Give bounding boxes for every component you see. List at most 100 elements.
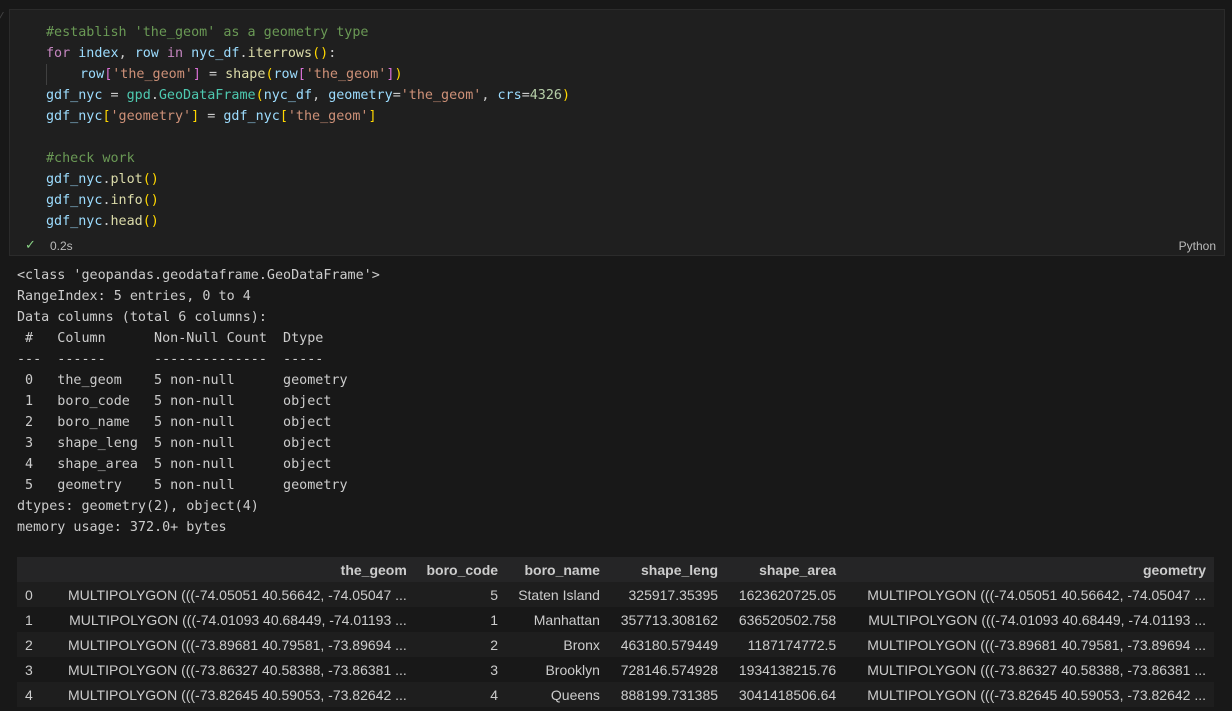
output-line: 3 shape_leng 5 non-null object bbox=[17, 436, 348, 451]
code-token: crs bbox=[497, 88, 522, 103]
language-selector[interactable]: Python bbox=[1179, 239, 1216, 253]
code-token: = bbox=[199, 109, 224, 124]
code-token: GeoDataFrame bbox=[158, 88, 256, 103]
table-cell: MULTIPOLYGON (((-73.82645 40.59053, -73.… bbox=[45, 682, 415, 707]
code-token: gpd bbox=[126, 88, 151, 103]
code-token: . bbox=[102, 172, 111, 187]
code-token: . bbox=[150, 88, 159, 103]
code-line[interactable]: gdf_nyc = gpd.GeoDataFrame(nyc_df, geome… bbox=[46, 85, 570, 106]
code-token: info bbox=[110, 193, 143, 208]
code-token: : bbox=[328, 46, 337, 61]
table-row: 3 MULTIPOLYGON (((-73.86327 40.58388, -73… bbox=[17, 657, 1214, 682]
code-token: 'the_geom' bbox=[112, 67, 193, 82]
table-cell: Bronx bbox=[506, 632, 608, 657]
code-token: for bbox=[46, 46, 71, 61]
table-row: 4 MULTIPOLYGON (((-73.82645 40.59053, -73… bbox=[17, 682, 1214, 707]
output-line: 1 boro_code 5 non-null object bbox=[17, 394, 348, 409]
output-line: 2 boro_name 5 non-null object bbox=[17, 415, 348, 430]
code-line[interactable]: gdf_nyc.info() bbox=[46, 190, 570, 211]
code-token: , bbox=[118, 46, 135, 61]
code-token: () bbox=[312, 46, 329, 61]
code-token: ) bbox=[394, 67, 403, 82]
code-token: nyc_df bbox=[191, 46, 240, 61]
table-cell: 888199.731385 bbox=[607, 682, 727, 707]
code-token: = bbox=[521, 88, 530, 103]
table-cell: 1187174772.5 bbox=[726, 632, 845, 657]
column-header-shape-area: shape_area bbox=[726, 557, 845, 582]
code-token: () bbox=[142, 214, 159, 229]
table-cell: MULTIPOLYGON (((-74.05051 40.56642, -74.… bbox=[844, 582, 1214, 607]
code-token: . bbox=[102, 193, 111, 208]
table-cell: Brooklyn bbox=[506, 657, 608, 682]
code-line[interactable]: row['the_geom'] = shape(row['the_geom']) bbox=[46, 64, 570, 85]
code-cell[interactable]: #establish 'the_geom' as a geometry type… bbox=[9, 9, 1225, 256]
code-editor[interactable]: #establish 'the_geom' as a geometry type… bbox=[46, 22, 570, 232]
row-index: 2 bbox=[17, 632, 45, 657]
code-line[interactable]: #check work bbox=[46, 148, 570, 169]
indent-guide bbox=[46, 64, 80, 85]
code-token: gdf_nyc bbox=[46, 193, 103, 208]
output-line: memory usage: 372.0+ bytes bbox=[17, 520, 227, 535]
table-cell: 357713.308162 bbox=[607, 607, 727, 632]
code-token: shape bbox=[225, 67, 266, 82]
code-token: index bbox=[78, 46, 119, 61]
table-cell: MULTIPOLYGON (((-74.05051 40.56642, -74.… bbox=[45, 582, 415, 607]
code-line[interactable]: gdf_nyc.head() bbox=[46, 211, 570, 232]
code-token: [ bbox=[279, 109, 288, 124]
dataframe-output: the_geom boro_code boro_name shape_leng shap… bbox=[17, 557, 1214, 707]
table-row: 2 MULTIPOLYGON (((-73.89681 40.79581, -73… bbox=[17, 632, 1214, 657]
code-token: 'the_geom' bbox=[287, 109, 369, 124]
output-line: --- ------ -------------- ----- bbox=[17, 352, 348, 367]
code-token: 'the_geom' bbox=[400, 88, 482, 103]
code-token: 4326 bbox=[529, 88, 562, 103]
output-line: # Column Non-Null Count Dtype bbox=[17, 331, 348, 346]
code-token: ] bbox=[192, 67, 201, 82]
table-header-row: the_geom boro_code boro_name shape_leng shap… bbox=[17, 557, 1214, 582]
code-line[interactable]: #establish 'the_geom' as a geometry type bbox=[46, 22, 570, 43]
code-token: row bbox=[80, 67, 105, 82]
table-cell: 2 bbox=[414, 632, 507, 657]
code-token: ( bbox=[255, 88, 264, 103]
code-line[interactable]: for index, row in nyc_df.iterrows(): bbox=[46, 43, 570, 64]
code-token: gdf_nyc bbox=[46, 88, 103, 103]
row-index: 0 bbox=[17, 582, 45, 607]
code-line[interactable]: gdf_nyc['geometry'] = gdf_nyc['the_geom'… bbox=[46, 106, 570, 127]
table-cell: 5 bbox=[414, 582, 507, 607]
output-line: Data columns (total 6 columns): bbox=[17, 310, 267, 325]
table-cell: MULTIPOLYGON (((-74.01093 40.68449, -74.… bbox=[45, 607, 415, 632]
table-cell: 3041418506.64 bbox=[726, 682, 845, 707]
column-header-geometry: geometry bbox=[844, 557, 1214, 582]
table-cell: Staten Island bbox=[506, 582, 608, 607]
code-token: . bbox=[239, 46, 248, 61]
code-token: gdf_nyc bbox=[46, 109, 103, 124]
code-token: = bbox=[102, 88, 127, 103]
code-token: gdf_nyc bbox=[223, 109, 280, 124]
output-line: 5 geometry 5 non-null geometry bbox=[17, 478, 348, 493]
output-line: RangeIndex: 5 entries, 0 to 4 bbox=[17, 289, 251, 304]
code-token: #establish 'the_geom' as a geometry type bbox=[46, 25, 369, 40]
table-cell: MULTIPOLYGON (((-73.89681 40.79581, -73.… bbox=[45, 632, 415, 657]
column-header-the-geom: the_geom bbox=[45, 557, 415, 582]
code-token: = bbox=[200, 67, 226, 82]
code-token: . bbox=[102, 214, 111, 229]
table-cell: MULTIPOLYGON (((-73.82645 40.59053, -73.… bbox=[844, 682, 1214, 707]
code-token: 'geometry' bbox=[110, 109, 192, 124]
code-token: iterrows bbox=[247, 46, 313, 61]
notebook-page: #establish 'the_geom' as a geometry type… bbox=[0, 0, 1232, 711]
table-cell: MULTIPOLYGON (((-73.86327 40.58388, -73.… bbox=[844, 657, 1214, 682]
code-token: head bbox=[110, 214, 143, 229]
table-cell: 1934138215.76 bbox=[726, 657, 845, 682]
table-cell: 4 bbox=[414, 682, 507, 707]
code-line[interactable] bbox=[46, 127, 570, 148]
code-token: gdf_nyc bbox=[46, 172, 103, 187]
code-token: plot bbox=[110, 172, 143, 187]
table-cell: 728146.574928 bbox=[607, 657, 727, 682]
code-line[interactable]: gdf_nyc.plot() bbox=[46, 169, 570, 190]
code-token: gdf_nyc bbox=[46, 214, 103, 229]
table-row: 1 MULTIPOLYGON (((-74.01093 40.68449, -74… bbox=[17, 607, 1214, 632]
row-index: 3 bbox=[17, 657, 45, 682]
execution-time: 0.2s bbox=[50, 239, 73, 253]
column-header-boro-name: boro_name bbox=[506, 557, 608, 582]
table-cell: 3 bbox=[414, 657, 507, 682]
